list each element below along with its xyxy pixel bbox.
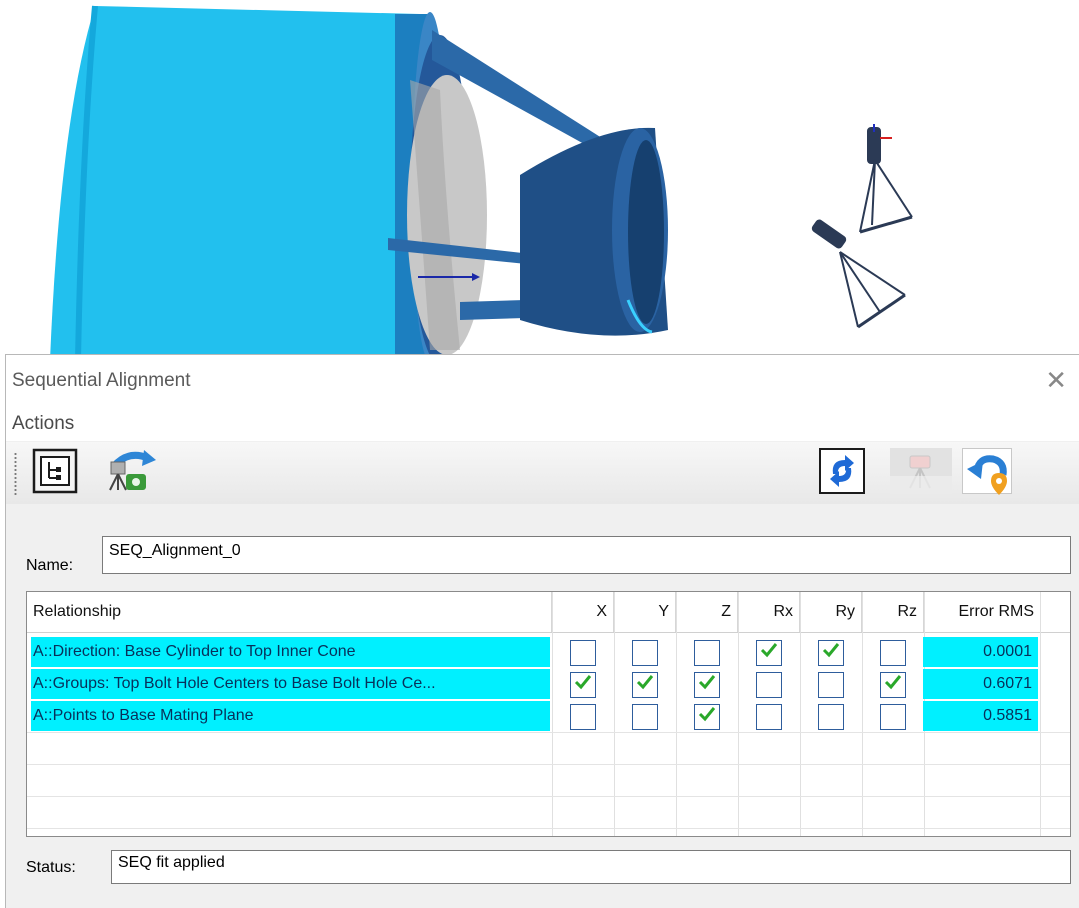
dof-checkbox-y[interactable] xyxy=(632,640,658,666)
dof-checkbox-x[interactable] xyxy=(570,672,596,698)
dof-checkbox-z[interactable] xyxy=(694,704,720,730)
grid-line xyxy=(27,764,1070,765)
dof-checkbox-ry[interactable] xyxy=(818,640,844,666)
name-label: Name: xyxy=(26,557,74,574)
top-inner-cone xyxy=(520,127,668,336)
cad-scene xyxy=(50,5,913,360)
dof-checkbox-y[interactable] xyxy=(632,672,658,698)
dof-checkbox-rx[interactable] xyxy=(756,640,782,666)
dialog-titlebar: Sequential Alignment ✕ xyxy=(6,355,1079,407)
dof-checkbox-ry[interactable] xyxy=(818,704,844,730)
undo-location-icon xyxy=(967,455,1007,495)
dof-checkbox-x[interactable] xyxy=(570,640,596,666)
dof-checkbox-z[interactable] xyxy=(694,640,720,666)
check-icon xyxy=(698,675,716,690)
table-row[interactable]: A::Groups: Top Bolt Hole Centers to Base… xyxy=(27,669,1070,699)
instrument-button-disabled[interactable] xyxy=(890,448,952,494)
col-relationship[interactable]: Relationship xyxy=(27,592,552,632)
col-x[interactable]: X xyxy=(552,592,614,632)
menu-bar: Actions xyxy=(6,407,1079,441)
dof-checkbox-ry[interactable] xyxy=(818,672,844,698)
table-row[interactable]: A::Points to Base Mating Plane 0.5851 xyxy=(27,701,1070,731)
base-cylinder xyxy=(50,5,487,360)
dof-checkbox-rx[interactable] xyxy=(756,672,782,698)
relationship-cell[interactable]: A::Points to Base Mating Plane xyxy=(31,701,550,731)
check-icon xyxy=(636,675,654,690)
col-y[interactable]: Y xyxy=(614,592,676,632)
close-icon[interactable]: ✕ xyxy=(1045,365,1067,395)
status-label: Status: xyxy=(26,859,76,876)
col-z[interactable]: Z xyxy=(676,592,738,632)
col-rz[interactable]: Rz xyxy=(862,592,924,632)
check-icon xyxy=(760,643,778,658)
refresh-icon xyxy=(830,455,854,487)
name-field[interactable]: SEQ_Alignment_0 xyxy=(102,536,1071,574)
grid-line xyxy=(27,828,1070,829)
dof-checkbox-z[interactable] xyxy=(694,672,720,698)
check-icon xyxy=(884,675,902,690)
relationship-table[interactable]: Relationship X Y Z Rx Ry Rz Error RMS A:… xyxy=(26,591,1071,837)
tree-view-button[interactable] xyxy=(32,448,78,494)
tree-view-icon xyxy=(32,448,78,494)
error-rms-cell: 0.0001 xyxy=(923,637,1038,667)
dialog-title: Sequential Alignment xyxy=(12,370,191,391)
dof-checkbox-rz[interactable] xyxy=(880,704,906,730)
check-icon xyxy=(698,707,716,722)
sequential-alignment-dialog: Sequential Alignment ✕ Actions Name: SEQ… xyxy=(5,354,1079,908)
instrument-disabled-icon xyxy=(890,455,952,494)
instrument-transform-button[interactable] xyxy=(104,448,156,494)
grid-line xyxy=(27,796,1070,797)
table-row[interactable]: A::Direction: Base Cylinder to Top Inner… xyxy=(27,637,1070,667)
error-rms-cell: 0.5851 xyxy=(923,701,1038,731)
dof-checkbox-x[interactable] xyxy=(570,704,596,730)
check-icon xyxy=(574,675,592,690)
dof-checkbox-rx[interactable] xyxy=(756,704,782,730)
relationship-cell[interactable]: A::Groups: Top Bolt Hole Centers to Base… xyxy=(31,669,550,699)
instrument-tripod-2 xyxy=(811,219,906,329)
col-ry[interactable]: Ry xyxy=(800,592,862,632)
dof-checkbox-rz[interactable] xyxy=(880,640,906,666)
instrument-tripod-1 xyxy=(859,124,913,234)
dof-checkbox-rz[interactable] xyxy=(880,672,906,698)
check-icon xyxy=(822,643,840,658)
undo-location-button[interactable] xyxy=(962,448,1012,495)
grid-line xyxy=(27,732,1070,733)
error-rms-cell: 0.6071 xyxy=(923,669,1038,699)
table-header: Relationship X Y Z Rx Ry Rz Error RMS xyxy=(27,592,1070,633)
3d-viewport[interactable] xyxy=(0,0,1079,360)
relationship-cell[interactable]: A::Direction: Base Cylinder to Top Inner… xyxy=(31,637,550,667)
instrument-transform-icon xyxy=(109,450,156,491)
refresh-button[interactable] xyxy=(819,448,865,494)
col-rx[interactable]: Rx xyxy=(738,592,800,632)
col-error-rms[interactable]: Error RMS xyxy=(924,592,1041,632)
status-field: SEQ fit applied xyxy=(111,850,1071,884)
toolbar xyxy=(6,442,1079,504)
menu-actions[interactable]: Actions xyxy=(12,413,74,435)
dof-checkbox-y[interactable] xyxy=(632,704,658,730)
toolbar-grip[interactable] xyxy=(14,452,17,496)
